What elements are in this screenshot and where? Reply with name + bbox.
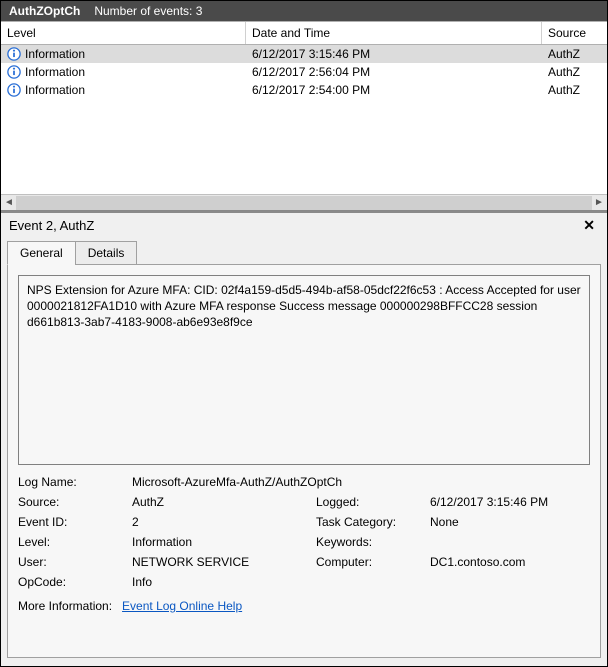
link-event-log-online-help[interactable]: Event Log Online Help	[122, 599, 242, 613]
label-log-name: Log Name:	[18, 475, 128, 489]
tab-panel-general: NPS Extension for Azure MFA: CID: 02f4a1…	[7, 264, 601, 658]
tab-details[interactable]: Details	[75, 241, 138, 265]
event-list-pane: Level Date and Time Source Information 6…	[1, 21, 607, 211]
value-opcode: Info	[132, 575, 590, 589]
tabs: General Details	[7, 240, 601, 264]
label-level: Level:	[18, 535, 128, 549]
label-more-info: More Information:	[18, 599, 112, 613]
grid-header: Level Date and Time Source	[1, 21, 607, 45]
value-level: Information	[132, 535, 312, 549]
tab-general[interactable]: General	[7, 241, 76, 265]
cell-date: 6/12/2017 2:56:04 PM	[252, 65, 370, 79]
label-user: User:	[18, 555, 128, 569]
detail-pane: Event 2, AuthZ ✕ General Details NPS Ext…	[1, 211, 607, 666]
horizontal-scrollbar[interactable]: ◄ ►	[1, 194, 607, 210]
label-event-id: Event ID:	[18, 515, 128, 529]
table-row[interactable]: Information 6/12/2017 2:54:00 PM AuthZ	[1, 81, 607, 99]
scroll-thumb[interactable]	[16, 196, 592, 210]
value-computer: DC1.contoso.com	[430, 555, 590, 569]
label-keywords: Keywords:	[316, 535, 426, 549]
table-row[interactable]: Information 6/12/2017 3:15:46 PM AuthZ	[1, 45, 607, 63]
titlebar: AuthZOptCh Number of events: 3	[1, 1, 607, 21]
value-log-name: Microsoft-AzureMfa-AuthZ/AuthZOptCh	[132, 475, 590, 489]
col-source[interactable]: Source	[542, 22, 602, 44]
col-date[interactable]: Date and Time	[246, 22, 542, 44]
value-event-id: 2	[132, 515, 312, 529]
cell-level: Information	[25, 83, 85, 97]
scroll-left-icon[interactable]: ◄	[2, 196, 16, 210]
scroll-right-icon[interactable]: ►	[592, 196, 606, 210]
label-task-category: Task Category:	[316, 515, 426, 529]
info-icon	[7, 65, 21, 79]
label-logged: Logged:	[316, 495, 426, 509]
value-logged: 6/12/2017 3:15:46 PM	[430, 495, 590, 509]
label-opcode: OpCode:	[18, 575, 128, 589]
close-icon[interactable]: ✕	[579, 217, 599, 234]
grid-body[interactable]: Information 6/12/2017 3:15:46 PM AuthZ I…	[1, 45, 607, 194]
event-message[interactable]: NPS Extension for Azure MFA: CID: 02f4a1…	[18, 275, 590, 465]
scroll-track[interactable]	[16, 196, 592, 210]
info-icon	[7, 47, 21, 61]
table-row[interactable]: Information 6/12/2017 2:56:04 PM AuthZ	[1, 63, 607, 81]
cell-level: Information	[25, 65, 85, 79]
event-count: Number of events: 3	[94, 4, 202, 18]
info-icon	[7, 83, 21, 97]
cell-source: AuthZ	[548, 65, 580, 79]
label-source: Source:	[18, 495, 128, 509]
event-properties: Log Name: Microsoft-AzureMfa-AuthZ/AuthZ…	[18, 475, 590, 589]
label-computer: Computer:	[316, 555, 426, 569]
log-title: AuthZOptCh	[9, 4, 80, 18]
value-user: NETWORK SERVICE	[132, 555, 312, 569]
value-source: AuthZ	[132, 495, 312, 509]
cell-date: 6/12/2017 2:54:00 PM	[252, 83, 370, 97]
value-task-category: None	[430, 515, 590, 529]
detail-title: Event 2, AuthZ	[9, 218, 94, 233]
cell-source: AuthZ	[548, 83, 580, 97]
cell-level: Information	[25, 47, 85, 61]
col-level[interactable]: Level	[1, 22, 246, 44]
cell-date: 6/12/2017 3:15:46 PM	[252, 47, 370, 61]
cell-source: AuthZ	[548, 47, 580, 61]
